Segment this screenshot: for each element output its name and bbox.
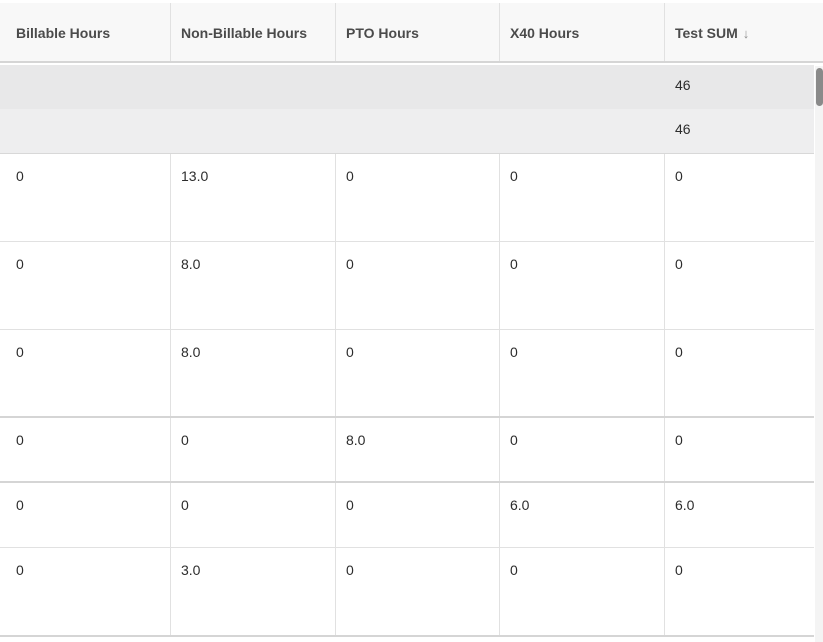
table-cell[interactable]: 8.0 [171,242,336,329]
table-cell[interactable]: 0 [500,548,665,635]
table-cell[interactable]: 0 [0,483,171,547]
column-header-label: PTO Hours [346,25,419,41]
column-header-label: X40 Hours [510,25,580,41]
table-cell[interactable]: 0 [665,418,814,481]
table-cell[interactable]: 0 [500,242,665,329]
table-row[interactable]: 0 0 8.0 0 0 [0,418,814,483]
table-cell[interactable]: 0 [0,548,171,635]
table-row[interactable]: 0 0 0 6.0 6.0 [0,483,814,548]
table-cell[interactable]: 0 [500,330,665,416]
table-cell[interactable]: 0 [336,548,500,635]
table-cell[interactable]: 0 [336,330,500,416]
summary-cell [171,109,336,153]
table-cell[interactable]: 0 [0,242,171,329]
summary-cell [500,65,665,109]
column-header-label: Billable Hours [16,25,111,41]
column-header-pto-hours[interactable]: PTO Hours [336,3,500,61]
column-header-label: Test SUM [675,25,738,41]
table-cell[interactable]: 0 [0,418,171,481]
table-cell[interactable]: 0 [171,418,336,481]
table-cell[interactable]: 13.0 [171,154,336,241]
table-cell[interactable]: 0 [0,330,171,416]
timesheet-grid: Billable Hours Non-Billable Hours PTO Ho… [0,0,823,642]
summary-cell [0,109,171,153]
column-header-billable-hours[interactable]: Billable Hours [0,3,171,61]
table-row[interactable]: 0 13.0 0 0 0 [0,154,814,242]
summary-cell [336,109,500,153]
summary-cell [336,65,500,109]
table-cell[interactable]: 0 [336,242,500,329]
table-cell[interactable]: 0 [665,154,814,241]
table-cell[interactable]: 0 [336,483,500,547]
column-header-x40-hours[interactable]: X40 Hours [500,3,665,61]
table-cell[interactable]: 8.0 [171,330,336,416]
scrollbar-thumb[interactable] [816,68,823,106]
table-cell[interactable]: 6.0 [500,483,665,547]
table-cell[interactable]: 0 [336,154,500,241]
column-header-label: Non-Billable Hours [181,25,308,41]
arrow-down-icon[interactable]: ↓ [743,26,750,41]
table-cell[interactable]: 3.0 [171,548,336,635]
table-cell[interactable]: 0 [500,418,665,481]
vertical-scrollbar[interactable] [815,66,823,642]
table-row[interactable]: 0 8.0 0 0 0 [0,242,814,330]
column-header-test-sum[interactable]: Test SUM ↓ [665,3,823,61]
summary-cell [0,65,171,109]
column-header-non-billable-hours[interactable]: Non-Billable Hours [171,3,336,61]
table-cell[interactable]: 8.0 [336,418,500,481]
table-row[interactable]: 0 8.0 0 0 0 [0,330,814,418]
table-cell[interactable]: 0 [500,154,665,241]
table-cell[interactable]: 0 [665,548,814,635]
table-cell[interactable]: 0 [665,242,814,329]
table-cell[interactable]: 6.0 [665,483,814,547]
grid-header: Billable Hours Non-Billable Hours PTO Ho… [0,3,823,63]
table-row[interactable]: 0 3.0 0 0 0 [0,548,814,637]
summary-cell-test-sum: 46 [675,121,691,137]
summary-cell-test-sum: 46 [675,77,691,93]
summary-cell [500,109,665,153]
summary-row: 46 [0,109,814,154]
table-cell[interactable]: 0 [665,330,814,416]
summary-cell [171,65,336,109]
table-cell[interactable]: 0 [171,483,336,547]
summary-row: 46 [0,65,814,109]
table-cell[interactable]: 0 [0,154,171,241]
